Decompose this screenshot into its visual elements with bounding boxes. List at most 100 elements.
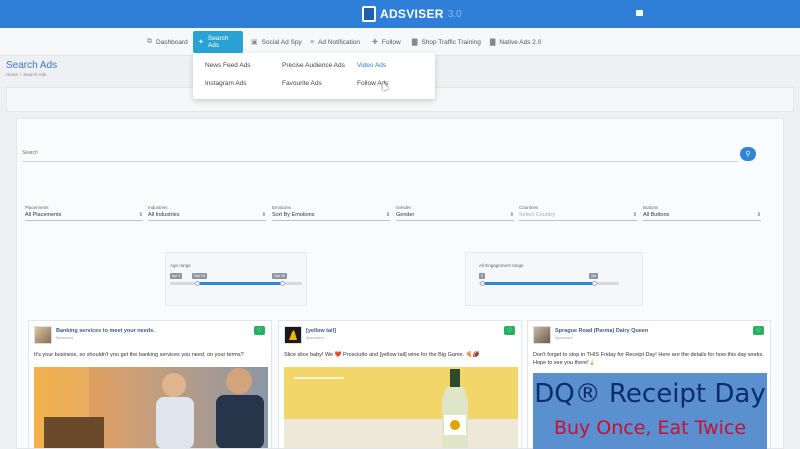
slider-handle[interactable]	[480, 281, 485, 286]
nav-label: Shop Traffic Training	[421, 38, 481, 46]
sponsored-label: Sponsored ·	[56, 336, 76, 340]
nav-label: Ad Notification	[318, 38, 361, 46]
engagement-range-fill	[482, 282, 594, 285]
breadcrumb-current: Search Ads	[23, 72, 47, 77]
ad-text: Slice slice baby! We ❤️ Prosciutto and […	[284, 352, 480, 358]
caret-icon: ⇕	[138, 212, 143, 218]
slider-handle[interactable]	[280, 281, 285, 286]
filter-label: Placements	[25, 205, 49, 210]
gender-select[interactable]: Gender ⇕	[396, 211, 514, 221]
message-icon[interactable]	[636, 10, 643, 16]
banner-title: DQ® Receipt Day	[534, 379, 766, 409]
select-value: All Buttons	[643, 212, 670, 218]
filter-buttons[interactable]: Buttons All Buttons ⇕	[643, 205, 761, 221]
nav-label: Native Ads 2.0	[499, 38, 542, 46]
nav-ad-notification[interactable]: ≡ Ad Notification	[305, 28, 365, 56]
search-underline	[22, 161, 738, 162]
nav-dashboard[interactable]: ⧉ Dashboard	[142, 28, 193, 56]
avatar	[34, 326, 52, 344]
ad-image[interactable]: DQ® Receipt Day Buy Once, Eat Twice	[533, 373, 767, 449]
breadcrumb: Home / Search Ads	[6, 72, 46, 77]
dashboard-icon: ⧉	[147, 38, 152, 45]
filter-emotions[interactable]: Emotions Sort By Emotions ⇕	[272, 205, 390, 221]
sponsored-label: Sponsored ·	[555, 336, 575, 340]
heart-icon: ♡	[506, 328, 513, 334]
favorite-button[interactable]: ♡	[504, 326, 515, 335]
ad-image[interactable]	[34, 367, 268, 448]
spy-icon: ▣	[251, 39, 258, 46]
search-input[interactable]	[22, 150, 322, 156]
nav-label: Search Ads	[207, 35, 229, 49]
select-value: All Industries	[148, 212, 180, 218]
placements-select[interactable]: All Placements ⇕	[25, 211, 143, 221]
menu-item-video-ads[interactable]: Video Ads	[357, 62, 386, 69]
ad-text: It's your business, so shouldn't you get…	[34, 352, 244, 358]
engagement-range-slider[interactable]: 0 1M	[479, 273, 619, 286]
caret-icon: ⇕	[385, 212, 390, 218]
engagement-range-box: All Engagement range 0 1M	[465, 252, 643, 306]
logo-text: ADSVISER	[380, 7, 444, 21]
nav-search-ads[interactable]: ✦ Search Ads	[193, 31, 243, 53]
filter-countries[interactable]: Countries Select Country ⇕	[519, 205, 637, 221]
ad-title[interactable]: Sprague Road (Parma) Dairy Queen	[555, 328, 648, 334]
engagement-range-tag: 1M	[589, 273, 598, 279]
search-button[interactable]: ⚲	[740, 147, 756, 161]
menu-item-news-feed-ads[interactable]: News Feed Ads	[205, 62, 251, 69]
ad-card[interactable]: Banking services to meet your needs. Spo…	[28, 320, 272, 449]
age-range-fill	[197, 282, 282, 285]
countries-select[interactable]: Select Country ⇕	[519, 211, 637, 221]
native-ads-icon: ▇	[490, 39, 496, 46]
ad-text: Don't forget to stop in THIS Friday for …	[533, 352, 764, 366]
age-range-tag: Sep 23	[192, 273, 208, 279]
filter-gender[interactable]: Gender Gender ⇕	[396, 205, 514, 221]
filter-placements[interactable]: Placements All Placements ⇕	[25, 205, 143, 221]
age-range-tag: Apr 1	[170, 273, 183, 279]
search-ads-dropdown: News Feed Ads Precise Audience Ads Video…	[193, 53, 435, 99]
nav-shop-traffic-training[interactable]: ▇ Shop Traffic Training	[407, 28, 486, 56]
favorite-button[interactable]: ♡	[753, 326, 764, 335]
age-range-slider[interactable]: Apr 1 Sep 23 Sep 28	[170, 273, 302, 286]
main-nav: ⧉ Dashboard ✦ Search Ads ▣ Social Ad Spy…	[0, 28, 800, 56]
slider-handle[interactable]	[592, 281, 597, 286]
ad-photo-bank	[34, 367, 268, 448]
logo-icon	[362, 6, 376, 22]
app-logo[interactable]: ADSVISER 3.0	[362, 6, 462, 22]
menu-item-precise-audience-ads[interactable]: Precise Audience Ads	[282, 62, 345, 69]
menu-item-favourite-ads[interactable]: Favourite Ads	[282, 80, 322, 87]
search-icon: ⚲	[745, 151, 751, 158]
engagement-range-tag: 0	[479, 273, 485, 279]
select-value: Sort By Emotions	[272, 212, 315, 218]
avatar	[284, 326, 302, 344]
slider-handle[interactable]	[195, 281, 200, 286]
ad-card[interactable]: [yellow tail] Sponsored · ♡ Slice slice …	[278, 320, 522, 449]
ad-card[interactable]: Sprague Road (Parma) Dairy Queen Sponsor…	[527, 320, 771, 449]
industries-select[interactable]: All Industries ⇕	[148, 211, 266, 221]
ad-image[interactable]	[284, 367, 518, 448]
filter-label: Countries	[519, 205, 539, 210]
avatar	[533, 326, 551, 344]
nav-social-ad-spy[interactable]: ▣ Social Ad Spy	[246, 28, 307, 56]
age-range-label: Age range	[170, 263, 191, 268]
nav-label: Follow	[381, 38, 401, 46]
ad-title[interactable]: [yellow tail]	[306, 328, 336, 334]
menu-item-instagram-ads[interactable]: Instagram Ads	[205, 80, 247, 87]
favorite-button[interactable]: ♡	[254, 326, 265, 335]
ad-title[interactable]: Banking services to meet your needs.	[56, 328, 155, 334]
heart-icon: ♡	[256, 328, 263, 334]
breadcrumb-home[interactable]: Home	[6, 72, 18, 77]
nav-label: Dashboard	[156, 38, 188, 46]
emotions-select[interactable]: Sort By Emotions ⇕	[272, 211, 390, 221]
filter-label: Gender	[396, 205, 412, 210]
nav-native-ads[interactable]: ▇ Native Ads 2.0	[485, 28, 546, 56]
filter-industries[interactable]: Industries All Industries ⇕	[148, 205, 266, 221]
buttons-select[interactable]: All Buttons ⇕	[643, 211, 761, 221]
heart-icon: ♡	[755, 328, 762, 334]
select-value: Gender	[396, 212, 415, 218]
nav-follow[interactable]: ✚ Follow	[367, 28, 406, 56]
caret-icon: ⇕	[509, 212, 514, 218]
breadcrumb-separator: /	[20, 72, 22, 77]
sponsored-label: Sponsored ·	[306, 336, 326, 340]
page-title: Search Ads	[6, 60, 58, 71]
kangaroo-logo-icon	[289, 330, 297, 340]
filter-label: Buttons	[643, 205, 659, 210]
